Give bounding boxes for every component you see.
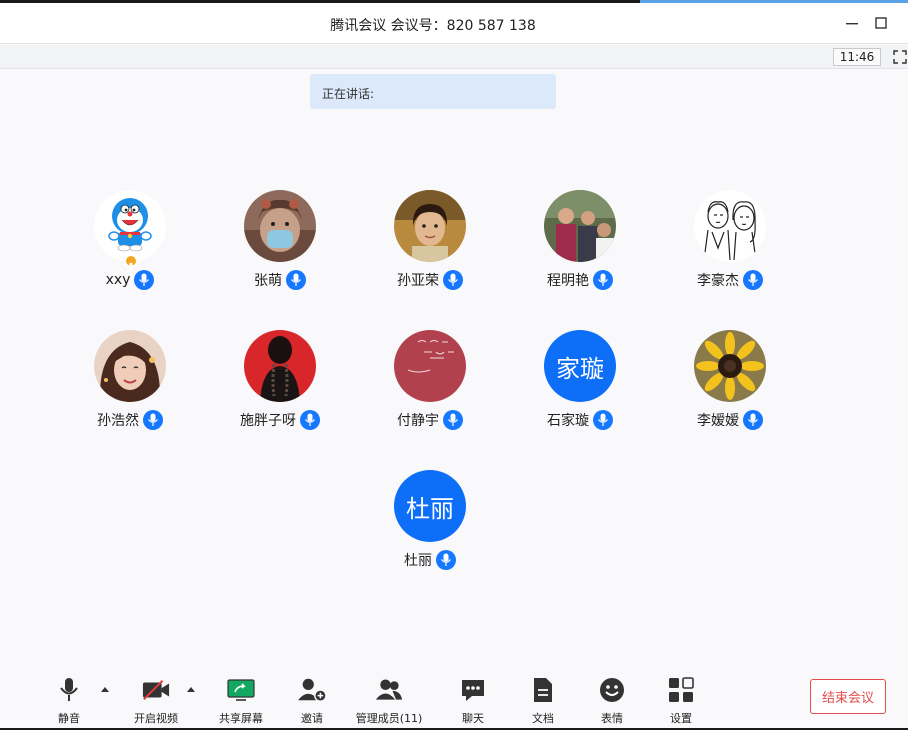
avatar	[94, 330, 166, 402]
avatar	[94, 190, 166, 262]
mic-icon[interactable]	[743, 270, 763, 290]
status-bar: 11:46	[0, 45, 908, 69]
participant-tile[interactable]: 付静宇	[355, 330, 505, 440]
speaking-indicator: 正在讲话:	[310, 74, 556, 109]
participant-tile[interactable]: 程明艳	[505, 190, 655, 300]
title-bar: 腾讯会议 会议号：820 587 138	[0, 3, 908, 44]
participant-tile[interactable]: 杜丽 杜丽	[355, 470, 505, 580]
video-options-caret-icon[interactable]	[186, 685, 196, 695]
participant-tile[interactable]: 李豪杰	[655, 190, 805, 300]
participant-tile[interactable]: 孙浩然	[55, 330, 205, 440]
mic-icon[interactable]	[743, 410, 763, 430]
avatar	[544, 190, 616, 262]
chat-button[interactable]: 聊天	[454, 676, 492, 726]
minimize-button[interactable]	[842, 13, 862, 33]
participant-name: 李豪杰	[697, 273, 739, 289]
emoji-button[interactable]: 表情	[593, 676, 631, 726]
mic-icon[interactable]	[300, 410, 320, 430]
smiley-icon	[600, 678, 624, 702]
mic-icon[interactable]	[443, 270, 463, 290]
avatar	[694, 330, 766, 402]
mute-button[interactable]: 静音	[50, 676, 88, 726]
participant-tile[interactable]: 张萌	[205, 190, 355, 300]
chat-icon	[462, 680, 484, 701]
manage-members-button[interactable]: 管理成员(11)	[354, 676, 424, 726]
meeting-clock: 11:46	[833, 48, 881, 66]
maximize-icon	[875, 17, 887, 29]
members-icon	[375, 679, 403, 700]
avatar	[694, 190, 766, 262]
participant-tile[interactable]: 施胖子呀	[205, 330, 355, 440]
avatar	[394, 330, 466, 402]
participant-tile[interactable]: 家璇 石家璇	[505, 330, 655, 440]
participant-name: 杜丽	[404, 553, 432, 569]
video-off-icon	[142, 679, 170, 701]
avatar	[244, 190, 316, 262]
microphone-icon	[60, 678, 78, 701]
participant-name: 孙浩然	[97, 413, 139, 429]
participant-name: 张萌	[254, 273, 282, 289]
settings-button[interactable]: 设置	[662, 676, 700, 726]
participant-name: 石家璇	[547, 413, 589, 429]
audio-options-caret-icon[interactable]	[100, 685, 110, 695]
maximize-button[interactable]	[871, 13, 891, 33]
mic-icon[interactable]	[593, 270, 613, 290]
participant-name: 李嫒嫒	[697, 413, 739, 429]
share-screen-icon	[227, 679, 255, 701]
participant-name: xxy	[105, 272, 131, 288]
document-icon	[534, 678, 552, 702]
avatar: 杜丽	[394, 470, 466, 542]
avatar: 家璇	[544, 330, 616, 402]
add-user-icon	[298, 678, 326, 702]
mic-icon[interactable]	[134, 270, 155, 290]
participant-name: 付静宇	[397, 413, 439, 429]
window-title: 腾讯会议 会议号：820 587 138	[330, 18, 536, 34]
mic-icon[interactable]	[593, 410, 613, 430]
fullscreen-icon[interactable]	[893, 50, 907, 64]
participant-tile[interactable]: 李嫒嫒	[655, 330, 805, 440]
host-badge	[124, 254, 138, 270]
mic-icon[interactable]	[286, 270, 306, 290]
participant-tile[interactable]: 孙亚荣	[355, 190, 505, 300]
share-screen-button[interactable]: 共享屏幕	[214, 676, 268, 726]
participant-name: 孙亚荣	[397, 273, 439, 289]
mic-icon[interactable]	[436, 550, 456, 570]
avatar	[244, 330, 316, 402]
grid-settings-icon	[669, 677, 694, 702]
mic-icon[interactable]	[143, 410, 163, 430]
minimize-icon	[846, 23, 858, 25]
participant-tile[interactable]: xxy	[55, 190, 205, 300]
documents-button[interactable]: 文档	[524, 676, 562, 726]
start-video-button[interactable]: 开启视频	[128, 676, 184, 726]
meeting-toolbar: 静音 开启视频 共享屏幕 邀请 管理成员(11) 聊天 文档 表情 设置	[0, 670, 908, 730]
mic-icon[interactable]	[443, 410, 463, 430]
end-meeting-button[interactable]: 结束会议	[810, 679, 886, 714]
avatar	[394, 190, 466, 262]
participant-name: 施胖子呀	[240, 413, 296, 429]
invite-button[interactable]: 邀请	[292, 676, 332, 726]
participant-name: 程明艳	[547, 273, 589, 289]
